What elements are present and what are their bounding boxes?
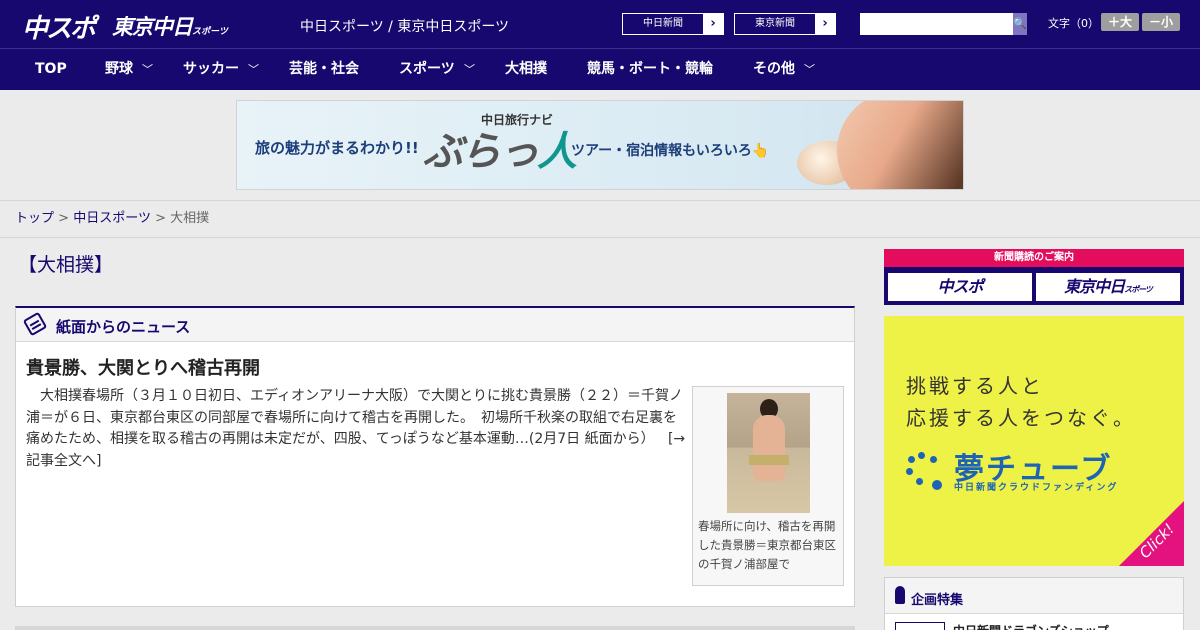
feature-box-header: 企画特集 xyxy=(885,578,1183,614)
ad-line-1: 挑戦する人と xyxy=(906,374,1044,398)
nav-item-top[interactable]: TOP xyxy=(35,49,67,90)
nav-item-racing[interactable]: 競馬・ボート・競輪 xyxy=(587,49,713,90)
content-divider xyxy=(15,626,855,630)
site-title: 中日スポーツ / 東京中日スポーツ xyxy=(300,19,510,35)
ad-brand-sub: 中日新聞クラウドファンディング xyxy=(954,483,1119,493)
newspaper-icon xyxy=(22,311,48,337)
news-box-label: 紙面からのニュース xyxy=(56,318,191,336)
tokyo-chunichi-logo-text: 東京中日 xyxy=(112,15,193,39)
nav-item-soccer[interactable]: サッカー xyxy=(183,49,239,90)
breadcrumb-separator: > xyxy=(58,211,70,226)
nav-item-baseball[interactable]: 野球 xyxy=(105,49,133,90)
tokyo-shimbun-link[interactable]: 東京新聞 › xyxy=(734,13,836,35)
font-smaller-button[interactable]: －小 xyxy=(1142,13,1180,31)
font-larger-button[interactable]: ＋大 xyxy=(1101,13,1139,31)
chevron-down-icon[interactable]: ﹀ xyxy=(142,49,153,90)
model-photo xyxy=(837,101,963,189)
page-title: 【大相撲】 xyxy=(18,254,114,276)
search-button[interactable]: 🔍 xyxy=(1013,13,1027,35)
chevron-right-icon: › xyxy=(815,14,835,34)
banner-area: 旅の魅力がまるわかり!! 中日旅行ナビ ぶらっ人 ツアー・宿泊情報もいろいろ👆 xyxy=(0,90,1200,200)
subscribe-tokyo-text: 東京中日 xyxy=(1064,277,1125,296)
medal-icon xyxy=(895,586,905,604)
chevron-down-icon[interactable]: ﹀ xyxy=(248,49,259,90)
subscription-bar-label: 新聞購読のご案内 xyxy=(884,249,1184,267)
font-size-label: 文字（0） xyxy=(1048,17,1099,30)
news-box-header: 紙面からのニュース xyxy=(16,308,854,342)
feature-box-label: 企画特集 xyxy=(911,593,964,608)
chunichi-shimbun-link[interactable]: 中日新聞 › xyxy=(622,13,724,35)
chevron-down-icon[interactable]: ﹀ xyxy=(804,49,815,90)
search-input[interactable] xyxy=(860,13,1013,35)
feature-thumb[interactable] xyxy=(895,622,945,630)
tokyo-chunichi-logo-small: スポーツ xyxy=(192,27,228,37)
article-body-text: 大相撲春場所（３月１０日初日、エディオンアリーナ大阪）で大関とりに挑む貴景勝（２… xyxy=(26,388,684,447)
subscribe-chuspo-link[interactable]: 中スポ xyxy=(888,273,1032,301)
photo-mawashi-shape xyxy=(749,455,789,465)
travel-navi-banner[interactable]: 旅の魅力がまるわかり!! 中日旅行ナビ ぶらっ人 ツアー・宿泊情報もいろいろ👆 xyxy=(236,100,964,190)
breadcrumb-home-link[interactable]: トップ xyxy=(15,211,54,226)
breadcrumb-current: 大相撲 xyxy=(170,211,210,226)
banner-logo-a: ぶらっ xyxy=(423,129,539,175)
chunichi-shimbun-label: 中日新聞 xyxy=(643,18,683,29)
photo-body-shape xyxy=(753,415,785,481)
banner-left-text: 旅の魅力がまるわかり!! xyxy=(255,139,419,157)
breadcrumb-separator: > xyxy=(155,211,166,226)
search-form: 🔍 xyxy=(860,13,1027,35)
feature-item[interactable]: 中日新聞ドラゴンズショップ xyxy=(953,622,1109,630)
nav-item-sumo[interactable]: 大相撲 xyxy=(505,49,547,90)
nav-item-sports[interactable]: スポーツ xyxy=(399,49,455,90)
sumo-wrestler-photo xyxy=(727,393,810,513)
subscribe-tokyo-link[interactable]: 東京中日スポーツ xyxy=(1036,273,1180,301)
banner-logo-b: 人 xyxy=(537,129,577,175)
breadcrumb-section-link[interactable]: 中日スポーツ xyxy=(73,211,151,226)
news-box: 紙面からのニュース 貴景勝、大関とりへ稽古再開 大相撲春場所（３月１０日初日、エ… xyxy=(15,306,855,607)
ad-line-2: 応援する人をつなぐ。 xyxy=(906,406,1136,430)
chuspo-logo[interactable]: 中スポ xyxy=(22,8,96,45)
yume-tube-ad[interactable]: 挑戦する人と 応援する人をつなぐ。 夢チューブ 中日新聞クラウドファンディング … xyxy=(884,316,1184,566)
tokyo-chunichi-logo[interactable]: 東京中日スポーツ xyxy=(112,11,228,41)
subscribe-tokyo-small: スポーツ xyxy=(1124,285,1153,294)
site-header: 中スポ 東京中日スポーツ 中日スポーツ / 東京中日スポーツ 中日新聞 › 東京… xyxy=(0,0,1200,48)
search-icon: 🔍 xyxy=(1013,17,1027,30)
chevron-down-icon[interactable]: ﹀ xyxy=(464,49,475,90)
nav-item-other[interactable]: その他 xyxy=(753,49,795,90)
main-nav: TOP 野球 ﹀ サッカー ﹀ 芸能・社会 スポーツ ﹀ 大相撲 競馬・ボート・… xyxy=(0,48,1200,90)
banner-logo: ぶらっ人 xyxy=(423,119,577,177)
banner-right-text: ツアー・宿泊情報もいろいろ👆 xyxy=(571,143,770,159)
feature-box: 企画特集 中日新聞ドラゴンズショップ xyxy=(884,577,1184,630)
photo-caption: 春場所に向け、稽古を再開した貴景勝＝東京都台東区の千賀ノ浦部屋で xyxy=(698,519,836,571)
breadcrumb: トップ > 中日スポーツ > 大相撲 xyxy=(0,200,1200,238)
subscription-banner[interactable]: 新聞購読のご案内 中スポ 東京中日スポーツ xyxy=(884,249,1184,305)
article-photo[interactable]: 春場所に向け、稽古を再開した貴景勝＝東京都台東区の千賀ノ浦部屋で xyxy=(692,386,844,586)
dots-icon xyxy=(906,452,950,492)
article-title[interactable]: 貴景勝、大関とりへ稽古再開 xyxy=(26,354,260,380)
article-summary: 大相撲春場所（３月１０日初日、エディオンアリーナ大阪）で大関とりに挑む貴景勝（２… xyxy=(26,386,686,472)
nav-item-entertainment[interactable]: 芸能・社会 xyxy=(289,49,359,90)
tokyo-shimbun-label: 東京新聞 xyxy=(755,18,795,29)
chevron-right-icon: › xyxy=(703,14,723,34)
